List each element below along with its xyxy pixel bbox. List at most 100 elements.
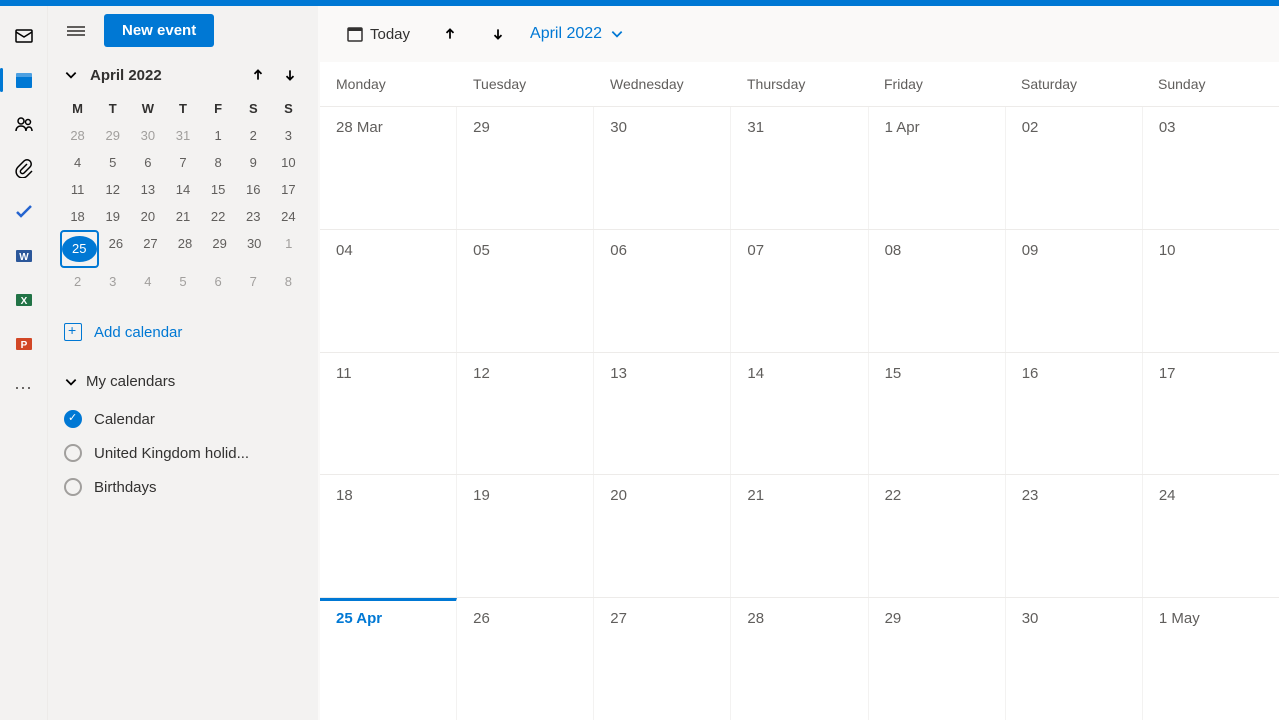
grid-day-cell[interactable]: 19 — [457, 475, 594, 597]
mini-cal-day[interactable]: 1 — [201, 122, 236, 149]
grid-day-cell[interactable]: 24 — [1143, 475, 1279, 597]
grid-day-cell[interactable]: 18 — [320, 475, 457, 597]
mini-cal-day[interactable]: 28 — [168, 230, 203, 268]
grid-day-cell[interactable]: 11 — [320, 353, 457, 475]
grid-day-cell[interactable]: 15 — [869, 353, 1006, 475]
mini-cal-day[interactable]: 2 — [236, 122, 271, 149]
grid-day-cell[interactable]: 06 — [594, 230, 731, 352]
calendar-item[interactable]: Birthdays — [60, 470, 306, 504]
grid-day-cell[interactable]: 1 Apr — [869, 107, 1006, 229]
mini-cal-day[interactable]: 18 — [60, 203, 95, 230]
grid-day-cell[interactable]: 23 — [1006, 475, 1143, 597]
mini-cal-day[interactable]: 29 — [202, 230, 237, 268]
mini-cal-day[interactable]: 26 — [99, 230, 134, 268]
grid-day-cell[interactable]: 09 — [1006, 230, 1143, 352]
grid-day-cell[interactable]: 30 — [1006, 598, 1143, 720]
mini-cal-day[interactable]: 15 — [201, 176, 236, 203]
mini-cal-day[interactable]: 4 — [60, 149, 95, 176]
grid-day-cell[interactable]: 02 — [1006, 107, 1143, 229]
grid-day-cell[interactable]: 14 — [731, 353, 868, 475]
mini-cal-day[interactable]: 24 — [271, 203, 306, 230]
mini-cal-day[interactable]: 11 — [60, 176, 95, 203]
mini-cal-day[interactable]: 8 — [271, 268, 306, 295]
calendar-checkbox[interactable] — [64, 478, 82, 496]
mini-cal-day[interactable]: 5 — [165, 268, 200, 295]
mini-cal-day[interactable]: 3 — [95, 268, 130, 295]
grid-day-cell[interactable]: 16 — [1006, 353, 1143, 475]
mini-cal-day[interactable]: 7 — [236, 268, 271, 295]
mini-cal-next[interactable] — [278, 63, 302, 87]
rail-calendar[interactable] — [8, 64, 40, 96]
rail-todo[interactable] — [8, 196, 40, 228]
grid-day-cell[interactable]: 27 — [594, 598, 731, 720]
mini-cal-day[interactable]: 5 — [95, 149, 130, 176]
rail-files[interactable] — [8, 152, 40, 184]
grid-day-cell-today[interactable]: 25 Apr — [320, 598, 457, 720]
mini-cal-prev[interactable] — [246, 63, 270, 87]
mini-cal-day[interactable]: 1 — [271, 230, 306, 268]
next-period-button[interactable] — [482, 18, 514, 50]
mini-cal-day[interactable]: 30 — [237, 230, 272, 268]
calendar-checkbox[interactable] — [64, 444, 82, 462]
calendar-item[interactable]: Calendar — [60, 402, 306, 436]
grid-day-cell[interactable]: 04 — [320, 230, 457, 352]
rail-people[interactable] — [8, 108, 40, 140]
grid-day-cell[interactable]: 29 — [457, 107, 594, 229]
mini-cal-day[interactable]: 13 — [130, 176, 165, 203]
grid-day-cell[interactable]: 12 — [457, 353, 594, 475]
mini-cal-day[interactable]: 30 — [130, 122, 165, 149]
mini-cal-day[interactable]: 19 — [95, 203, 130, 230]
mini-cal-day[interactable]: 8 — [201, 149, 236, 176]
grid-day-cell[interactable]: 28 Mar — [320, 107, 457, 229]
grid-day-cell[interactable]: 22 — [869, 475, 1006, 597]
chevron-down-icon[interactable] — [64, 68, 78, 82]
grid-day-cell[interactable]: 21 — [731, 475, 868, 597]
mini-cal-day[interactable]: 16 — [236, 176, 271, 203]
mini-cal-day[interactable]: 27 — [133, 230, 168, 268]
mini-cal-day[interactable]: 7 — [165, 149, 200, 176]
grid-day-cell[interactable]: 26 — [457, 598, 594, 720]
grid-day-cell[interactable]: 1 May — [1143, 598, 1279, 720]
mini-cal-day[interactable]: 12 — [95, 176, 130, 203]
rail-mail[interactable] — [8, 20, 40, 52]
mini-cal-day[interactable]: 4 — [130, 268, 165, 295]
grid-day-cell[interactable]: 10 — [1143, 230, 1279, 352]
add-calendar-button[interactable]: Add calendar — [60, 311, 306, 353]
mini-cal-day[interactable]: 20 — [130, 203, 165, 230]
calendar-item[interactable]: United Kingdom holid... — [60, 436, 306, 470]
calendar-checkbox[interactable] — [64, 410, 82, 428]
mini-cal-day[interactable]: 17 — [271, 176, 306, 203]
rail-word[interactable]: W — [8, 240, 40, 272]
grid-day-cell[interactable]: 20 — [594, 475, 731, 597]
rail-excel[interactable]: X — [8, 284, 40, 316]
mini-cal-day[interactable]: 6 — [130, 149, 165, 176]
grid-day-cell[interactable]: 05 — [457, 230, 594, 352]
prev-period-button[interactable] — [434, 18, 466, 50]
mini-cal-day[interactable]: 21 — [165, 203, 200, 230]
grid-day-cell[interactable]: 07 — [731, 230, 868, 352]
grid-day-cell[interactable]: 13 — [594, 353, 731, 475]
grid-day-cell[interactable]: 31 — [731, 107, 868, 229]
mini-cal-day[interactable]: 2 — [60, 268, 95, 295]
today-button[interactable]: Today — [338, 21, 418, 47]
mini-cal-day[interactable]: 14 — [165, 176, 200, 203]
mini-cal-day[interactable]: 6 — [201, 268, 236, 295]
mini-cal-day[interactable]: 29 — [95, 122, 130, 149]
grid-day-cell[interactable]: 17 — [1143, 353, 1279, 475]
grid-day-cell[interactable]: 08 — [869, 230, 1006, 352]
grid-day-cell[interactable]: 29 — [869, 598, 1006, 720]
grid-day-cell[interactable]: 28 — [731, 598, 868, 720]
rail-more[interactable]: ⋯ — [8, 372, 40, 404]
hamburger-button[interactable] — [60, 15, 92, 47]
mini-cal-day[interactable]: 31 — [165, 122, 200, 149]
mini-cal-day[interactable]: 28 — [60, 122, 95, 149]
my-calendars-header[interactable]: My calendars — [60, 365, 306, 398]
month-selector[interactable]: April 2022 — [530, 25, 624, 43]
grid-day-cell[interactable]: 03 — [1143, 107, 1279, 229]
mini-cal-day[interactable]: 9 — [236, 149, 271, 176]
mini-cal-day[interactable]: 23 — [236, 203, 271, 230]
mini-cal-day[interactable]: 3 — [271, 122, 306, 149]
grid-day-cell[interactable]: 30 — [594, 107, 731, 229]
new-event-button[interactable]: New event — [104, 14, 214, 47]
mini-cal-day[interactable]: 10 — [271, 149, 306, 176]
